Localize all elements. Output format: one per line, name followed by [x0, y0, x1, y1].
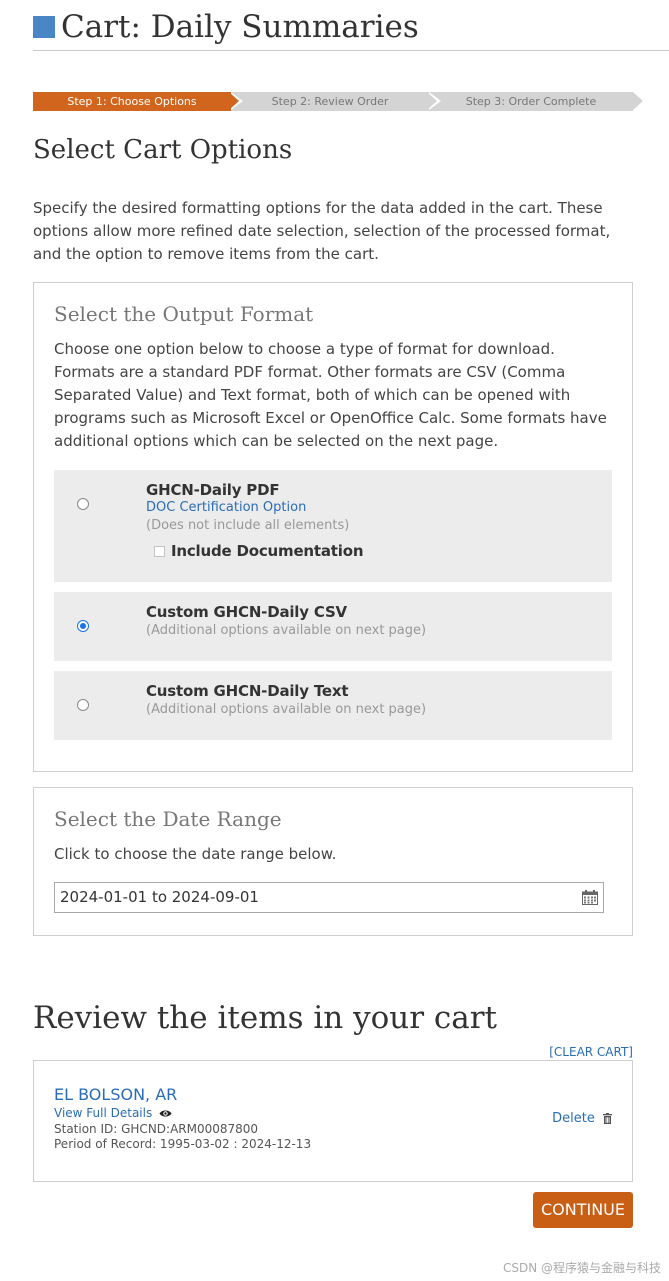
step-arrow [229, 92, 239, 110]
page-title: Cart: Daily Summaries [61, 9, 419, 45]
delete-label[interactable]: Delete [552, 1111, 595, 1126]
delete-item-button[interactable]: Delete [552, 1111, 612, 1126]
date-range-panel: Select the Date Range Click to choose th… [33, 787, 633, 936]
watermark: CSDN @程序猿与金融与科技 [502, 1261, 661, 1275]
continue-button[interactable]: CONTINUE [533, 1192, 633, 1228]
station-name-link[interactable]: EL BOLSON, AR [54, 1085, 177, 1104]
output-format-description: Choose one option below to choose a type… [54, 340, 607, 450]
date-range-value: 2024-01-01 to 2024-09-01 [60, 888, 259, 906]
step-arrow [633, 92, 643, 110]
date-range-description: Click to choose the date range below. [54, 845, 337, 863]
step-2: Step 2: Review Order [231, 92, 429, 111]
trash-icon[interactable] [603, 1113, 612, 1124]
option-pdf-title: GHCN-Daily PDF [146, 481, 280, 499]
step-1: Step 1: Choose Options [33, 92, 231, 111]
page-header: Cart: Daily Summaries [33, 8, 669, 51]
header-square-icon [33, 16, 55, 38]
option-text[interactable]: Custom GHCN-Daily Text (Additional optio… [54, 671, 612, 740]
option-text-title: Custom GHCN-Daily Text [146, 682, 349, 700]
date-range-title: Select the Date Range [54, 807, 282, 831]
option-text-note: (Additional options available on next pa… [146, 702, 427, 717]
output-format-title: Select the Output Format [54, 302, 314, 326]
date-range-input[interactable]: 2024-01-01 to 2024-09-01 [54, 882, 604, 913]
calendar-icon[interactable] [582, 890, 598, 905]
step-3: Step 3: Order Complete [429, 92, 633, 111]
option-csv[interactable]: Custom GHCN-Daily CSV (Additional option… [54, 592, 612, 661]
period-of-record: Period of Record: 1995-03-02 : 2024-12-1… [54, 1137, 312, 1151]
view-full-details-link[interactable]: View Full Details [54, 1106, 172, 1120]
radio-text[interactable] [77, 699, 89, 711]
doc-certification-link[interactable]: DOC Certification Option [146, 500, 306, 515]
output-format-panel: Select the Output Format Choose one opti… [33, 282, 633, 772]
radio-pdf[interactable] [77, 498, 89, 510]
view-full-details-label[interactable]: View Full Details [54, 1106, 152, 1120]
include-documentation-checkbox[interactable] [154, 546, 165, 557]
eye-icon [159, 1110, 172, 1117]
option-csv-note: (Additional options available on next pa… [146, 623, 427, 638]
section-title-cart: Review the items in your cart [33, 1000, 498, 1036]
step-progress: Step 1: Choose Options Step 2: Review Or… [33, 92, 643, 111]
cart-item-panel: EL BOLSON, AR View Full Details Station … [33, 1060, 633, 1182]
station-id: Station ID: GHCND:ARM00087800 [54, 1122, 259, 1136]
section-title-options: Select Cart Options [33, 135, 293, 165]
radio-csv[interactable] [77, 620, 89, 632]
options-intro: Specify the desired formatting options f… [33, 199, 611, 263]
option-csv-title: Custom GHCN-Daily CSV [146, 603, 347, 621]
include-documentation-label[interactable]: Include Documentation [171, 542, 364, 560]
option-pdf[interactable]: GHCN-Daily PDF DOC Certification Option … [54, 470, 612, 582]
option-pdf-note: (Does not include all elements) [146, 518, 350, 533]
clear-cart-link[interactable]: [CLEAR CART] [549, 1045, 633, 1059]
step-arrow [427, 92, 437, 110]
